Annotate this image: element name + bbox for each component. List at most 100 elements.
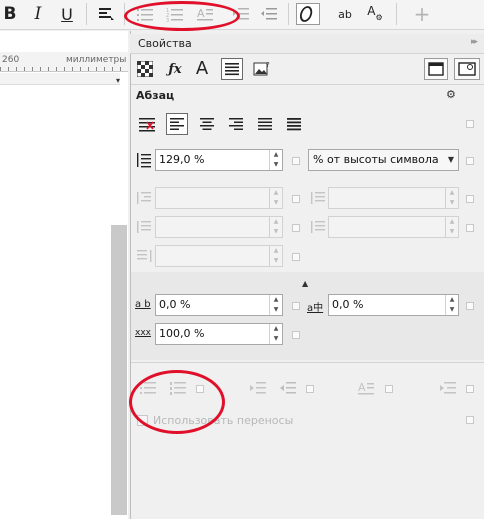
align-center-icon[interactable] — [196, 114, 218, 134]
align-left-icon[interactable] — [96, 3, 118, 25]
right-indent-spinner[interactable]: ▲ ▼ — [269, 246, 282, 266]
panel-divider — [131, 84, 484, 85]
space-after-icon — [309, 218, 327, 236]
indent-checkbox[interactable] — [306, 385, 314, 393]
word-spacing-value: 100,0 % — [159, 327, 205, 340]
hanging-indent-checkbox[interactable] — [466, 385, 474, 393]
text-toolbar: B I U 123 A ab A ⚙ + — [0, 0, 484, 30]
left-indent-input[interactable]: ▲ ▼ — [155, 216, 283, 238]
bold-button[interactable]: B — [0, 3, 20, 25]
add-button[interactable]: + — [410, 2, 434, 26]
increase-indent-icon[interactable] — [248, 379, 268, 397]
align-right-icon[interactable] — [225, 114, 247, 134]
space-before-input[interactable]: ▲ ▼ — [328, 187, 459, 209]
gear-icon: ⚙ — [375, 12, 383, 22]
left-indent-checkbox[interactable] — [292, 224, 300, 232]
ruler-units-label: миллиметры — [66, 55, 127, 65]
lang-spacing-spinner[interactable]: ▲ ▼ — [445, 295, 458, 315]
line-spacing-unit-dropdown[interactable]: % от высоты символа ▼ — [308, 149, 459, 171]
collapse-panel-icon[interactable]: ▸▸ — [471, 37, 478, 47]
space-before-spinner[interactable]: ▲ ▼ — [445, 188, 458, 208]
char-spacing-spinner[interactable]: ▲ ▼ — [269, 295, 282, 315]
svg-text:?: ? — [266, 61, 270, 69]
alignment-lock-checkbox[interactable] — [466, 120, 474, 128]
first-line-indent-spinner[interactable]: ▲ ▼ — [269, 188, 282, 208]
text-edit-button[interactable]: ab — [334, 3, 356, 25]
word-spacing-input[interactable]: 100,0 % ▲ ▼ — [155, 323, 283, 345]
drop-cap-panel-icon[interactable]: A — [356, 379, 376, 397]
char-spacing-value: 0,0 % — [159, 298, 191, 311]
panel-title: Свойства — [138, 37, 192, 50]
toolbar-separator — [86, 3, 87, 25]
line-spacing-lock-checkbox[interactable] — [466, 157, 474, 165]
character-settings-label: A — [367, 4, 376, 18]
hyphenation-lock-checkbox[interactable] — [466, 416, 474, 424]
line-spacing-spinner[interactable]: ▲ ▼ — [269, 150, 282, 170]
text-frame-button[interactable] — [296, 3, 320, 25]
no-alignment-icon[interactable] — [136, 114, 158, 134]
first-line-indent-checkbox[interactable] — [292, 195, 300, 203]
space-after-input[interactable]: ▲ ▼ — [328, 216, 459, 238]
word-spacing-spinner[interactable]: ▲ ▼ — [269, 324, 282, 344]
character-settings-button[interactable]: A ⚙ — [364, 3, 386, 25]
force-justify-icon[interactable] — [283, 114, 305, 134]
left-indent-icon — [135, 218, 153, 236]
chevron-down-icon: ▼ — [447, 155, 454, 164]
underline-button[interactable]: U — [56, 3, 78, 25]
hanging-indent-icon[interactable] — [438, 379, 458, 397]
horizontal-ruler: 260 миллиметры — [0, 52, 128, 72]
left-indent-spinner[interactable]: ▲ ▼ — [269, 217, 282, 237]
panel-divider — [131, 362, 484, 363]
section-title: Абзац — [136, 89, 175, 102]
vertical-scrollbar[interactable] — [111, 225, 127, 515]
drop-cap-checkbox[interactable] — [385, 385, 393, 393]
word-spacing-checkbox[interactable] — [292, 331, 300, 339]
character-tab-icon[interactable]: A — [192, 58, 212, 79]
italic-button[interactable]: I — [28, 3, 48, 25]
annotation-ellipse-bottom — [129, 370, 225, 434]
collapse-advanced-icon[interactable]: ▲ — [302, 279, 308, 288]
line-spacing-icon — [135, 151, 153, 169]
lang-spacing-input[interactable]: 0,0 % ▲ ▼ — [328, 294, 459, 316]
space-after-checkbox[interactable] — [466, 224, 474, 232]
annotation-ellipse-top — [124, 1, 240, 31]
right-indent-checkbox[interactable] — [292, 253, 300, 261]
frame-tab-icon[interactable]: ? — [252, 59, 272, 77]
right-indent-icon — [135, 247, 153, 265]
space-before-icon — [309, 189, 327, 207]
toolbar-separator — [396, 3, 397, 25]
line-spacing-value: 129,0 % — [159, 153, 205, 166]
toolbar-separator — [288, 3, 289, 25]
lang-spacing-checkbox[interactable] — [466, 302, 474, 310]
word-spacing-label: xxx — [135, 328, 151, 338]
right-indent-input[interactable]: ▲ ▼ — [155, 245, 283, 267]
paragraph-tab-icon[interactable] — [221, 58, 243, 80]
preview-view-icon[interactable] — [454, 58, 480, 80]
char-spacing-checkbox[interactable] — [292, 302, 300, 310]
document-area[interactable] — [0, 31, 128, 519]
fill-tab-icon[interactable] — [136, 60, 154, 78]
align-left-button[interactable] — [166, 113, 188, 135]
first-line-indent-input[interactable]: ▲ ▼ — [155, 187, 283, 209]
ruler-ticks — [0, 67, 128, 71]
lang-spacing-value: 0,0 % — [332, 298, 364, 311]
line-spacing-input[interactable]: 129,0 % ▲ ▼ — [155, 149, 283, 171]
effects-tab-icon[interactable]: ƒx — [164, 60, 186, 78]
char-spacing-label: a b — [135, 299, 151, 310]
decrease-indent-icon[interactable] — [278, 379, 298, 397]
space-after-spinner[interactable]: ▲ ▼ — [445, 217, 458, 237]
ruler-tick-label: 260 — [2, 55, 20, 65]
svg-text:A: A — [358, 381, 366, 394]
ruler-scroll-icon[interactable]: ▾ — [116, 76, 120, 85]
panel-title-bar: Свойства ▸▸ — [130, 34, 484, 54]
canvas-top-strip — [0, 73, 120, 85]
line-spacing-checkbox[interactable] — [292, 157, 300, 165]
window-view-icon[interactable] — [424, 58, 448, 80]
section-settings-icon[interactable]: ⚙ — [446, 88, 456, 101]
space-before-checkbox[interactable] — [466, 195, 474, 203]
justify-icon[interactable] — [254, 114, 276, 134]
lang-spacing-label: a中 — [307, 303, 324, 314]
line-spacing-unit-value: % от высоты символа — [313, 153, 439, 166]
char-spacing-input[interactable]: 0,0 % ▲ ▼ — [155, 294, 283, 316]
indent-decrease-icon[interactable] — [258, 3, 280, 25]
